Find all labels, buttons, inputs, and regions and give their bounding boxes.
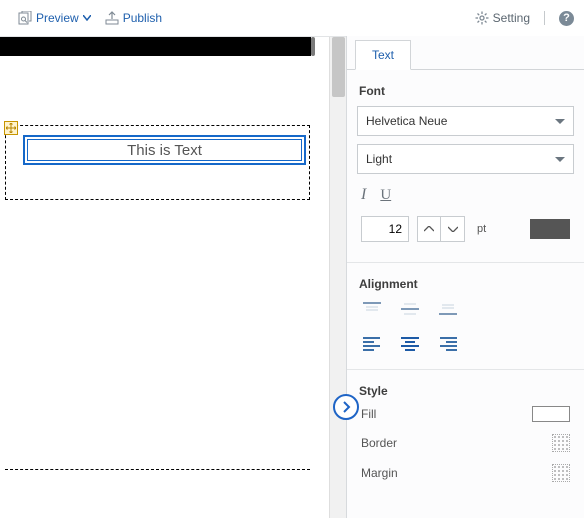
font-size-steppers xyxy=(417,216,465,242)
font-size-input[interactable] xyxy=(361,216,409,242)
font-weight-value: Light xyxy=(366,152,392,166)
tab-text-label: Text xyxy=(372,48,394,62)
preview-label: Preview xyxy=(36,11,79,25)
font-family-value: Helvetica Neue xyxy=(366,114,447,128)
border-label: Border xyxy=(361,436,397,450)
vertical-scrollbar[interactable] xyxy=(329,37,346,518)
fill-row: Fill xyxy=(361,406,570,422)
font-size-row: pt xyxy=(361,216,570,242)
font-style-row: I U xyxy=(361,186,570,204)
move-handle[interactable] xyxy=(4,121,18,135)
move-icon xyxy=(6,123,16,133)
toolbar-left-group: Preview Publish xyxy=(18,11,162,25)
alignment-section-title: Alignment xyxy=(359,277,572,291)
text-element-content: This is Text xyxy=(27,139,302,161)
vertical-align-row xyxy=(361,299,570,319)
font-size-decrease-button[interactable] xyxy=(441,216,465,242)
halign-center-icon xyxy=(400,335,420,351)
underline-button[interactable]: U xyxy=(380,187,391,204)
tab-text[interactable]: Text xyxy=(355,40,411,70)
caret-down-icon xyxy=(555,157,565,162)
font-weight-select[interactable]: Light xyxy=(357,144,574,174)
preview-button[interactable]: Preview xyxy=(18,11,91,25)
selected-text-element[interactable]: This is Text xyxy=(23,135,306,165)
properties-panel: Text Font Helvetica Neue Light I U pt Al… xyxy=(346,36,584,518)
halign-left-icon xyxy=(362,335,382,351)
font-size-unit: pt xyxy=(477,223,486,235)
border-control[interactable] xyxy=(552,434,570,452)
publish-button[interactable]: Publish xyxy=(105,11,162,25)
valign-top-button[interactable] xyxy=(361,299,383,319)
style-section-title: Style xyxy=(359,384,572,398)
margin-control[interactable] xyxy=(552,464,570,482)
lower-section-container[interactable] xyxy=(5,469,310,529)
italic-button[interactable]: I xyxy=(361,186,366,204)
halign-right-icon xyxy=(438,335,458,351)
valign-bottom-button[interactable] xyxy=(437,299,459,319)
halign-center-button[interactable] xyxy=(399,333,421,353)
panel-collapse-button[interactable] xyxy=(333,394,359,420)
canvas-header-bar xyxy=(0,37,311,56)
canvas-wrap: This is Text xyxy=(0,36,346,518)
valign-middle-icon xyxy=(400,301,420,317)
panel-tabs: Text xyxy=(347,40,584,70)
horizontal-align-row xyxy=(361,333,570,353)
border-row: Border xyxy=(361,434,570,452)
preview-icon xyxy=(18,11,32,25)
chevron-right-icon xyxy=(341,401,351,413)
top-toolbar: Preview Publish Setting ? xyxy=(0,0,584,36)
publish-label: Publish xyxy=(123,11,162,25)
chevron-up-icon xyxy=(424,226,434,232)
chevron-down-icon xyxy=(83,15,91,21)
valign-bottom-icon xyxy=(438,301,458,317)
setting-label: Setting xyxy=(493,11,530,25)
fill-label: Fill xyxy=(361,407,376,421)
margin-row: Margin xyxy=(361,464,570,482)
margin-label: Margin xyxy=(361,466,398,480)
chevron-down-icon xyxy=(448,226,458,232)
setting-button[interactable]: Setting xyxy=(475,11,530,25)
fill-color-swatch[interactable] xyxy=(532,406,570,422)
font-size-increase-button[interactable] xyxy=(417,216,441,242)
font-section-title: Font xyxy=(359,84,572,98)
gear-icon xyxy=(475,11,489,25)
toolbar-divider xyxy=(544,11,545,25)
caret-down-icon xyxy=(555,119,565,124)
halign-left-button[interactable] xyxy=(361,333,383,353)
halign-right-button[interactable] xyxy=(437,333,459,353)
panel-divider xyxy=(347,369,584,370)
main-area: This is Text Text Font Helvetica Neue Li… xyxy=(0,36,584,518)
toolbar-right-group: Setting ? xyxy=(475,11,574,26)
font-color-swatch[interactable] xyxy=(530,219,570,239)
valign-top-icon xyxy=(362,301,382,317)
publish-icon xyxy=(105,11,119,25)
valign-middle-button[interactable] xyxy=(399,299,421,319)
panel-divider xyxy=(347,262,584,263)
scrollbar-thumb[interactable] xyxy=(332,37,345,97)
design-canvas[interactable]: This is Text xyxy=(0,37,323,518)
help-button[interactable]: ? xyxy=(559,11,574,26)
font-family-select[interactable]: Helvetica Neue xyxy=(357,106,574,136)
